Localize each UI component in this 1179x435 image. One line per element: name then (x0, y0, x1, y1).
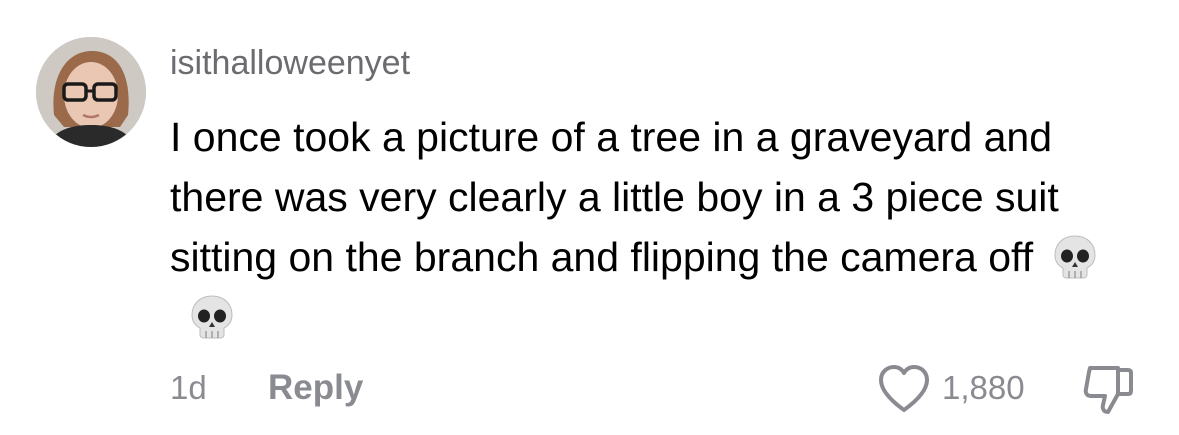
avatar[interactable] (36, 37, 146, 147)
comment-item: isithalloweenyet I once took a picture o… (0, 0, 1179, 435)
skull-emoji (1051, 233, 1099, 281)
comment-body: I once took a picture of a tree in a gra… (170, 107, 1130, 347)
like-count: 1,880 (942, 369, 1025, 406)
comment-text: I once took a picture of a tree in a gra… (170, 114, 1059, 280)
skull-emoji (188, 293, 236, 341)
comment-timestamp: 1d (170, 369, 207, 406)
thumbs-down-icon[interactable] (1078, 362, 1138, 418)
reply-button[interactable]: Reply (268, 365, 363, 411)
heart-icon[interactable] (876, 363, 932, 415)
comment-username[interactable]: isithalloweenyet (170, 40, 410, 86)
avatar-image (36, 37, 146, 147)
